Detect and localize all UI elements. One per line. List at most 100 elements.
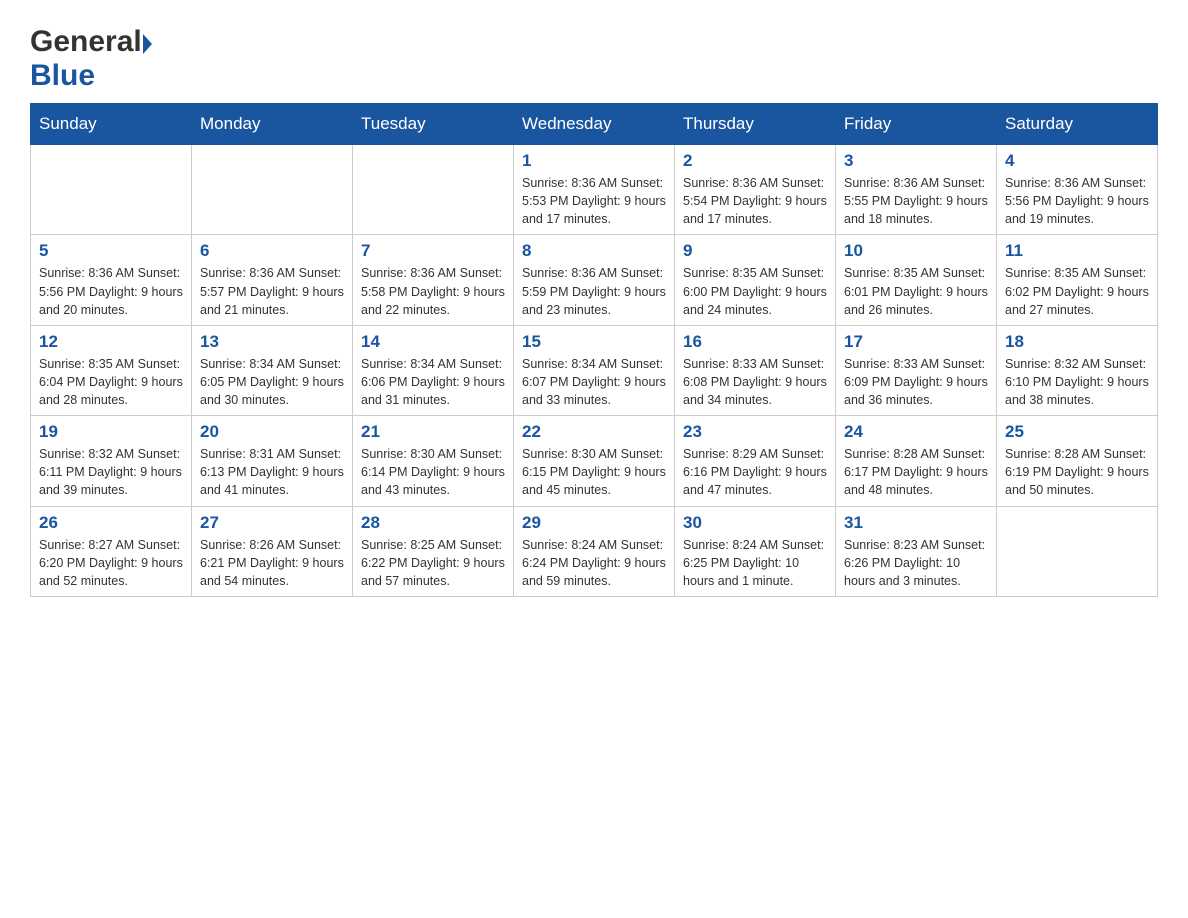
calendar-cell: 22 Sunrise: 8:30 AM Sunset: 6:15 PM Dayli… xyxy=(514,416,675,506)
day-number: 27 xyxy=(200,513,344,533)
logo-blue-line: Blue xyxy=(30,59,95,93)
calendar-cell: 23 Sunrise: 8:29 AM Sunset: 6:16 PM Dayli… xyxy=(675,416,836,506)
page-header: General Blue xyxy=(30,20,1158,93)
day-info: Sunrise: 8:28 AM Sunset: 6:17 PM Dayligh… xyxy=(844,445,988,499)
day-info: Sunrise: 8:34 AM Sunset: 6:05 PM Dayligh… xyxy=(200,355,344,409)
calendar-cell: 24 Sunrise: 8:28 AM Sunset: 6:17 PM Dayli… xyxy=(836,416,997,506)
logo-triangle-icon xyxy=(143,34,152,54)
day-info: Sunrise: 8:31 AM Sunset: 6:13 PM Dayligh… xyxy=(200,445,344,499)
logo: General Blue xyxy=(30,20,152,93)
calendar-cell: 13 Sunrise: 8:34 AM Sunset: 6:05 PM Dayli… xyxy=(192,325,353,415)
day-info: Sunrise: 8:29 AM Sunset: 6:16 PM Dayligh… xyxy=(683,445,827,499)
day-number: 25 xyxy=(1005,422,1149,442)
day-info: Sunrise: 8:32 AM Sunset: 6:11 PM Dayligh… xyxy=(39,445,183,499)
day-number: 17 xyxy=(844,332,988,352)
calendar-cell xyxy=(997,506,1158,596)
calendar-cell xyxy=(192,145,353,235)
header-day-saturday: Saturday xyxy=(997,104,1158,145)
day-number: 9 xyxy=(683,241,827,261)
day-number: 14 xyxy=(361,332,505,352)
day-number: 10 xyxy=(844,241,988,261)
header-day-wednesday: Wednesday xyxy=(514,104,675,145)
calendar-cell xyxy=(31,145,192,235)
day-info: Sunrise: 8:33 AM Sunset: 6:09 PM Dayligh… xyxy=(844,355,988,409)
day-number: 24 xyxy=(844,422,988,442)
header-day-friday: Friday xyxy=(836,104,997,145)
calendar-cell: 18Sunrise: 8:32 AM Sunset: 6:10 PM Dayli… xyxy=(997,325,1158,415)
day-number: 28 xyxy=(361,513,505,533)
day-number: 11 xyxy=(1005,241,1149,261)
day-info: Sunrise: 8:30 AM Sunset: 6:15 PM Dayligh… xyxy=(522,445,666,499)
calendar-cell: 7Sunrise: 8:36 AM Sunset: 5:58 PM Daylig… xyxy=(353,235,514,325)
header-day-sunday: Sunday xyxy=(31,104,192,145)
day-info: Sunrise: 8:30 AM Sunset: 6:14 PM Dayligh… xyxy=(361,445,505,499)
day-info: Sunrise: 8:35 AM Sunset: 6:04 PM Dayligh… xyxy=(39,355,183,409)
day-number: 22 xyxy=(522,422,666,442)
day-info: Sunrise: 8:34 AM Sunset: 6:07 PM Dayligh… xyxy=(522,355,666,409)
calendar-cell: 10 Sunrise: 8:35 AM Sunset: 6:01 PM Dayli… xyxy=(836,235,997,325)
day-number: 2 xyxy=(683,151,827,171)
day-number: 12 xyxy=(39,332,183,352)
calendar-cell: 28Sunrise: 8:25 AM Sunset: 6:22 PM Dayli… xyxy=(353,506,514,596)
calendar-cell: 27 Sunrise: 8:26 AM Sunset: 6:21 PM Dayli… xyxy=(192,506,353,596)
day-info: Sunrise: 8:28 AM Sunset: 6:19 PM Dayligh… xyxy=(1005,445,1149,499)
calendar-cell: 4 Sunrise: 8:36 AM Sunset: 5:56 PM Daylig… xyxy=(997,145,1158,235)
calendar-cell: 3Sunrise: 8:36 AM Sunset: 5:55 PM Daylig… xyxy=(836,145,997,235)
day-info: Sunrise: 8:24 AM Sunset: 6:24 PM Dayligh… xyxy=(522,536,666,590)
calendar-table: SundayMondayTuesdayWednesdayThursdayFrid… xyxy=(30,103,1158,597)
day-number: 21 xyxy=(361,422,505,442)
day-number: 19 xyxy=(39,422,183,442)
calendar-cell: 20 Sunrise: 8:31 AM Sunset: 6:13 PM Dayli… xyxy=(192,416,353,506)
calendar-cell: 29 Sunrise: 8:24 AM Sunset: 6:24 PM Dayli… xyxy=(514,506,675,596)
day-info: Sunrise: 8:34 AM Sunset: 6:06 PM Dayligh… xyxy=(361,355,505,409)
calendar-week-row: 5 Sunrise: 8:36 AM Sunset: 5:56 PM Daylig… xyxy=(31,235,1158,325)
calendar-cell: 31 Sunrise: 8:23 AM Sunset: 6:26 PM Dayli… xyxy=(836,506,997,596)
calendar-week-row: 1 Sunrise: 8:36 AM Sunset: 5:53 PM Daylig… xyxy=(31,145,1158,235)
day-info: Sunrise: 8:36 AM Sunset: 5:53 PM Dayligh… xyxy=(522,174,666,228)
calendar-header-row: SundayMondayTuesdayWednesdayThursdayFrid… xyxy=(31,104,1158,145)
day-number: 26 xyxy=(39,513,183,533)
day-info: Sunrise: 8:26 AM Sunset: 6:21 PM Dayligh… xyxy=(200,536,344,590)
day-info: Sunrise: 8:36 AM Sunset: 5:56 PM Dayligh… xyxy=(39,264,183,318)
calendar-cell: 30Sunrise: 8:24 AM Sunset: 6:25 PM Dayli… xyxy=(675,506,836,596)
day-number: 29 xyxy=(522,513,666,533)
day-number: 6 xyxy=(200,241,344,261)
day-info: Sunrise: 8:33 AM Sunset: 6:08 PM Dayligh… xyxy=(683,355,827,409)
calendar-cell: 14 Sunrise: 8:34 AM Sunset: 6:06 PM Dayli… xyxy=(353,325,514,415)
day-number: 13 xyxy=(200,332,344,352)
day-number: 1 xyxy=(522,151,666,171)
day-info: Sunrise: 8:36 AM Sunset: 5:56 PM Dayligh… xyxy=(1005,174,1149,228)
day-number: 30 xyxy=(683,513,827,533)
calendar-week-row: 26Sunrise: 8:27 AM Sunset: 6:20 PM Dayli… xyxy=(31,506,1158,596)
day-info: Sunrise: 8:35 AM Sunset: 6:02 PM Dayligh… xyxy=(1005,264,1149,318)
day-number: 5 xyxy=(39,241,183,261)
header-day-tuesday: Tuesday xyxy=(353,104,514,145)
logo-general-text: General xyxy=(30,25,142,58)
logo-blue-text: Blue xyxy=(30,59,95,92)
day-number: 23 xyxy=(683,422,827,442)
day-number: 15 xyxy=(522,332,666,352)
day-info: Sunrise: 8:23 AM Sunset: 6:26 PM Dayligh… xyxy=(844,536,988,590)
calendar-cell: 26Sunrise: 8:27 AM Sunset: 6:20 PM Dayli… xyxy=(31,506,192,596)
day-number: 18 xyxy=(1005,332,1149,352)
calendar-cell: 6Sunrise: 8:36 AM Sunset: 5:57 PM Daylig… xyxy=(192,235,353,325)
calendar-week-row: 12 Sunrise: 8:35 AM Sunset: 6:04 PM Dayli… xyxy=(31,325,1158,415)
calendar-cell: 8Sunrise: 8:36 AM Sunset: 5:59 PM Daylig… xyxy=(514,235,675,325)
calendar-cell: 5 Sunrise: 8:36 AM Sunset: 5:56 PM Daylig… xyxy=(31,235,192,325)
calendar-cell: 1 Sunrise: 8:36 AM Sunset: 5:53 PM Daylig… xyxy=(514,145,675,235)
calendar-week-row: 19 Sunrise: 8:32 AM Sunset: 6:11 PM Dayli… xyxy=(31,416,1158,506)
day-info: Sunrise: 8:35 AM Sunset: 6:00 PM Dayligh… xyxy=(683,264,827,318)
day-info: Sunrise: 8:36 AM Sunset: 5:54 PM Dayligh… xyxy=(683,174,827,228)
day-number: 20 xyxy=(200,422,344,442)
day-number: 8 xyxy=(522,241,666,261)
day-info: Sunrise: 8:35 AM Sunset: 6:01 PM Dayligh… xyxy=(844,264,988,318)
day-number: 31 xyxy=(844,513,988,533)
calendar-cell: 16Sunrise: 8:33 AM Sunset: 6:08 PM Dayli… xyxy=(675,325,836,415)
calendar-cell: 25 Sunrise: 8:28 AM Sunset: 6:19 PM Dayli… xyxy=(997,416,1158,506)
calendar-cell: 12 Sunrise: 8:35 AM Sunset: 6:04 PM Dayli… xyxy=(31,325,192,415)
calendar-cell: 2 Sunrise: 8:36 AM Sunset: 5:54 PM Daylig… xyxy=(675,145,836,235)
day-number: 4 xyxy=(1005,151,1149,171)
header-day-monday: Monday xyxy=(192,104,353,145)
day-number: 7 xyxy=(361,241,505,261)
calendar-cell: 9 Sunrise: 8:35 AM Sunset: 6:00 PM Daylig… xyxy=(675,235,836,325)
